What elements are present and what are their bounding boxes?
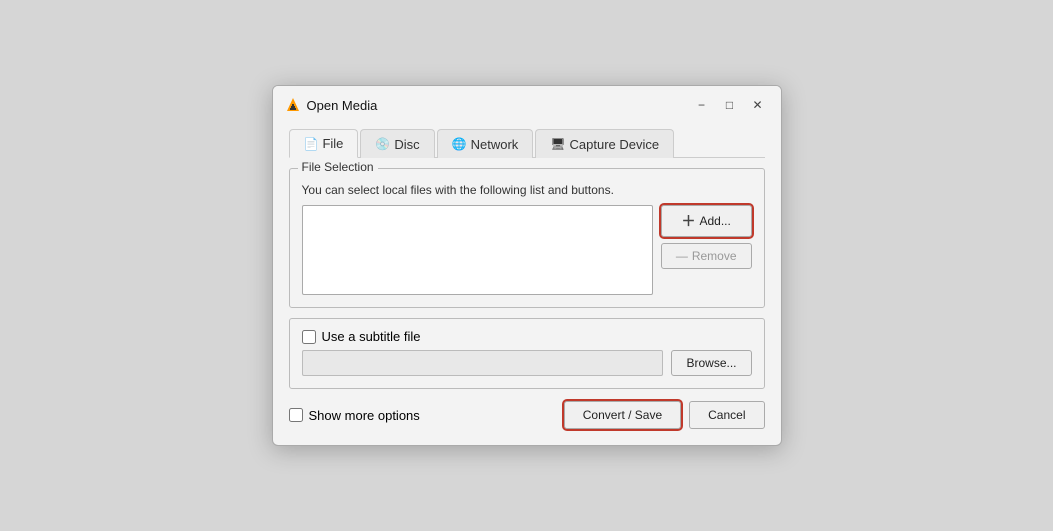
file-selection-legend: File Selection bbox=[298, 160, 378, 174]
plus-icon: ＋ bbox=[681, 211, 695, 231]
tab-file[interactable]: 📄 File bbox=[289, 129, 359, 158]
subtitle-path-input[interactable] bbox=[302, 350, 664, 376]
file-selection-description: You can select local files with the foll… bbox=[302, 183, 752, 197]
dialog-title: Open Media bbox=[307, 98, 685, 113]
show-more-checkbox[interactable] bbox=[289, 408, 303, 422]
subtitle-checkbox[interactable] bbox=[302, 330, 316, 344]
bottom-buttons: Convert / Save Cancel bbox=[564, 401, 765, 429]
remove-icon: — bbox=[676, 249, 688, 263]
tab-network-label: Network bbox=[471, 137, 519, 152]
tab-network[interactable]: 🌐 Network bbox=[437, 129, 534, 158]
subtitle-input-row: Browse... bbox=[302, 350, 752, 376]
open-media-dialog: Open Media − □ ✕ 📄 File 💿 Disc 🌐 bbox=[272, 85, 782, 446]
tab-disc-label: Disc bbox=[394, 137, 419, 152]
disc-tab-icon: 💿 bbox=[375, 137, 390, 151]
tab-capture-label: Capture Device bbox=[570, 137, 660, 152]
subtitle-checkbox-row: Use a subtitle file bbox=[302, 329, 752, 344]
file-tab-icon: 📄 bbox=[304, 137, 319, 151]
file-buttons: ＋ Add... — Remove bbox=[661, 205, 752, 269]
title-bar-controls: − □ ✕ bbox=[691, 96, 769, 114]
remove-button-label: Remove bbox=[692, 249, 737, 263]
add-button[interactable]: ＋ Add... bbox=[661, 205, 752, 237]
dialog-body: 📄 File 💿 Disc 🌐 Network 🖥 Capture Device bbox=[273, 120, 781, 445]
add-button-label: Add... bbox=[699, 214, 730, 228]
maximize-button[interactable]: □ bbox=[719, 96, 741, 114]
vlc-icon bbox=[285, 97, 301, 113]
browse-button[interactable]: Browse... bbox=[671, 350, 751, 376]
subtitle-checkbox-label: Use a subtitle file bbox=[322, 329, 421, 344]
browse-button-label: Browse... bbox=[686, 356, 736, 370]
file-selection-row: ＋ Add... — Remove bbox=[302, 205, 752, 295]
close-button[interactable]: ✕ bbox=[747, 96, 769, 114]
bottom-area: Show more options Convert / Save Cancel bbox=[289, 401, 765, 429]
file-list-box[interactable] bbox=[302, 205, 653, 295]
remove-button[interactable]: — Remove bbox=[661, 243, 752, 269]
show-more-row: Show more options bbox=[289, 408, 420, 423]
desktop: Open Media − □ ✕ 📄 File 💿 Disc 🌐 bbox=[0, 0, 1053, 531]
tab-capture[interactable]: 🖥 Capture Device bbox=[535, 129, 674, 158]
network-tab-icon: 🌐 bbox=[452, 137, 467, 151]
show-more-label: Show more options bbox=[309, 408, 420, 423]
cancel-button[interactable]: Cancel bbox=[689, 401, 764, 429]
subtitle-group: Use a subtitle file Browse... bbox=[289, 318, 765, 389]
capture-tab-icon: 🖥 bbox=[550, 137, 565, 151]
convert-save-button[interactable]: Convert / Save bbox=[564, 401, 681, 429]
file-selection-group: File Selection You can select local file… bbox=[289, 168, 765, 308]
tab-disc[interactable]: 💿 Disc bbox=[360, 129, 434, 158]
title-bar: Open Media − □ ✕ bbox=[273, 86, 781, 120]
minimize-button[interactable]: − bbox=[691, 96, 713, 114]
tab-bar: 📄 File 💿 Disc 🌐 Network 🖥 Capture Device bbox=[289, 128, 765, 158]
tab-file-label: File bbox=[322, 136, 343, 151]
